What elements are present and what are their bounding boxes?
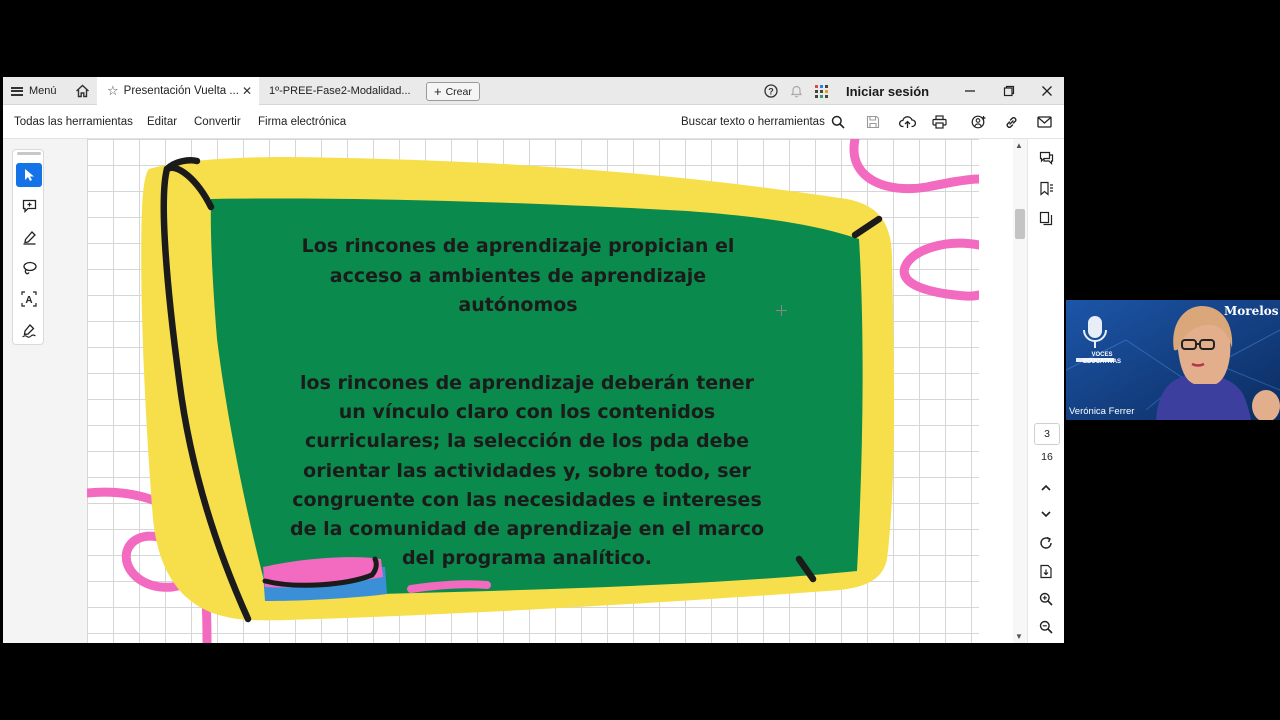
scroll-thumb[interactable] [1015,209,1025,239]
pink-scribble-top-right [849,139,979,194]
convert-menu[interactable]: Convertir [194,105,241,139]
comment-tool-button[interactable] [16,194,42,218]
zoom-in-icon[interactable] [1037,590,1055,608]
esign-menu[interactable]: Firma electrónica [258,105,346,139]
quick-tools-panel: A [12,149,44,345]
document-page[interactable]: Los rincones de aprendizaje propician el… [87,139,979,643]
comments-panel-icon[interactable] [1037,149,1055,167]
participant-name: Verónica Ferrer [1069,406,1135,417]
right-tool-rail: 3 16 [1027,139,1064,643]
pink-scribble-right [899,238,979,301]
scroll-up-icon[interactable]: ▲ [1015,141,1023,150]
state-label: Morelos [1224,304,1279,318]
chevron-up-icon[interactable] [1037,479,1055,497]
minimize-icon[interactable] [961,77,979,105]
webcam-overlay: VOCES EDUCATIVAS Morelos Verónica Ferrer [1066,300,1280,420]
page-download-icon[interactable] [1037,562,1055,580]
tab-bar: Menú ☆ Presentación Vuelta ... ✕ 1º-PREE… [3,77,1064,105]
scroll-down-icon[interactable]: ▼ [1015,632,1023,641]
highlight-tool-button[interactable] [16,225,42,249]
menu-button[interactable]: Menú [11,77,57,105]
slide-title: Los rincones de aprendizaje propician el… [301,235,735,316]
search-label: Buscar texto o herramientas [681,116,825,128]
create-label: Crear [445,85,472,98]
crosshair-cursor-icon [776,305,787,316]
total-pages: 16 [1041,451,1053,463]
tab-modalidad[interactable]: 1º-PREE-Fase2-Modalidad... [269,77,419,105]
page-thumbnails-icon[interactable] [1037,209,1055,227]
help-icon[interactable]: ? [764,77,778,105]
cursor-arrow-icon [25,169,34,181]
add-comment-icon [22,199,36,213]
hamburger-icon [11,86,23,96]
save-icon[interactable] [864,113,882,131]
zoom-out-icon[interactable] [1037,618,1055,636]
bell-icon[interactable] [790,77,803,105]
draw-tool-button[interactable] [16,256,42,280]
pen-icon [23,230,36,245]
chevron-down-icon[interactable] [1037,505,1055,523]
text-box-icon: A [21,291,37,307]
signature-pen-icon [22,323,36,338]
logo-text: VOCES EDUCATIVAS [1082,352,1122,365]
close-window-icon[interactable] [1038,77,1056,105]
restore-icon[interactable] [1000,77,1018,105]
refresh-icon[interactable] [1037,534,1055,552]
tab-presentacion[interactable]: ☆ Presentación Vuelta ... ✕ [97,77,259,105]
sign-tool-button[interactable] [16,318,42,342]
svg-text:A: A [25,295,32,306]
cloud-upload-icon[interactable] [898,113,916,131]
close-tab-icon[interactable]: ✕ [242,84,252,98]
text-tool-button[interactable]: A [16,287,42,311]
apps-grid-icon[interactable] [815,77,828,105]
slide-body: los rincones de aprendizaje deberán tene… [289,372,765,570]
link-icon[interactable] [1002,113,1020,131]
tab-label: Presentación Vuelta ... [123,85,239,97]
drag-handle[interactable] [17,152,41,155]
svg-text:?: ? [768,87,774,97]
menu-label: Menú [29,85,57,97]
share-user-icon[interactable] [970,113,988,131]
star-icon[interactable]: ☆ [107,83,119,99]
vertical-scrollbar[interactable]: ▲ ▼ [1013,139,1027,643]
mail-icon[interactable] [1035,113,1053,131]
current-page-input[interactable]: 3 [1034,423,1060,445]
bookmarks-panel-icon[interactable] [1037,179,1055,197]
search-icon [831,115,845,129]
edit-menu[interactable]: Editar [147,105,177,139]
plus-icon: + [434,84,442,99]
lasso-icon [22,261,37,275]
create-button[interactable]: + Crear [426,82,480,101]
signin-button[interactable]: Iniciar sesión [846,77,929,105]
left-tool-rail: A [3,139,87,643]
print-icon[interactable] [930,113,948,131]
all-tools-menu[interactable]: Todas las herramientas [14,105,133,139]
acrobat-window: Menú ☆ Presentación Vuelta ... ✕ 1º-PREE… [3,77,1064,643]
tab-label: 1º-PREE-Fase2-Modalidad... [269,85,411,97]
toolbar: Todas las herramientas Editar Convertir … [3,105,1064,139]
home-icon [75,84,89,98]
select-tool-button[interactable] [16,163,42,187]
search-tools-button[interactable]: Buscar texto o herramientas [681,105,845,139]
home-button[interactable] [73,77,91,105]
